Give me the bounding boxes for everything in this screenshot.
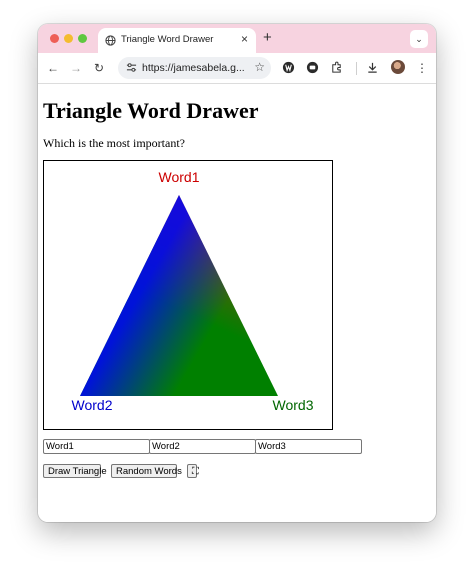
minimize-window-button[interactable] — [64, 34, 73, 43]
close-window-button[interactable] — [50, 34, 59, 43]
browser-window: Triangle Word Drawer × + ⌄ ← → ↻ https:/… — [38, 24, 436, 522]
new-tab-button[interactable]: + — [263, 29, 272, 46]
page-content: Triangle Word Drawer Which is the most i… — [38, 84, 436, 522]
random-words-button[interactable]: Random Words — [111, 464, 182, 478]
browser-tab[interactable]: Triangle Word Drawer × — [98, 28, 256, 53]
menu-icon[interactable]: ⋮ — [415, 61, 429, 75]
back-icon[interactable]: ← — [46, 61, 60, 75]
reload-icon[interactable]: ↻ — [92, 61, 106, 75]
extension-icon[interactable] — [330, 61, 343, 74]
extension-icon[interactable] — [282, 61, 295, 74]
triangle-drawing: Word1 Word2 Word3 — [72, 169, 314, 413]
profile-avatar[interactable] — [391, 60, 405, 74]
word1-input[interactable] — [43, 439, 150, 454]
star-icon[interactable]: ☆ — [254, 60, 265, 74]
close-tab-icon[interactable]: × — [241, 32, 248, 46]
question-text: Which is the most important? — [43, 136, 185, 150]
download-icon[interactable] — [366, 61, 379, 74]
word3-input[interactable] — [255, 439, 362, 454]
triangle-label-top: Word1 — [159, 169, 200, 185]
title-bar: Triangle Word Drawer × + ⌄ — [38, 24, 436, 53]
url-text: https://jamesabela.g... — [142, 62, 245, 74]
browser-toolbar: ← → ↻ https://jamesabela.g... ☆ ⋮ — [38, 53, 436, 84]
globe-icon — [105, 35, 116, 46]
triangle-label-left: Word2 — [72, 397, 113, 413]
fullscreen-button[interactable]: ⛶ — [187, 464, 199, 478]
tab-title: Triangle Word Drawer — [121, 34, 214, 45]
page-title: Triangle Word Drawer — [43, 98, 259, 123]
triangle-canvas[interactable]: Word1 Word2 Word3 — [43, 160, 333, 430]
word2-input[interactable] — [149, 439, 256, 454]
maximize-window-button[interactable] — [78, 34, 87, 43]
forward-icon[interactable]: → — [69, 61, 83, 75]
draw-triangle-button[interactable]: Draw Triangle — [43, 464, 107, 478]
triangle-label-right: Word3 — [273, 397, 314, 413]
address-bar[interactable]: https://jamesabela.g... ☆ — [118, 57, 271, 79]
extension-icon[interactable] — [306, 61, 319, 74]
triangle-blue-overlay — [80, 195, 278, 396]
tab-search-button[interactable]: ⌄ — [410, 30, 428, 48]
toolbar-divider — [356, 62, 357, 75]
site-info-icon[interactable] — [126, 62, 137, 73]
